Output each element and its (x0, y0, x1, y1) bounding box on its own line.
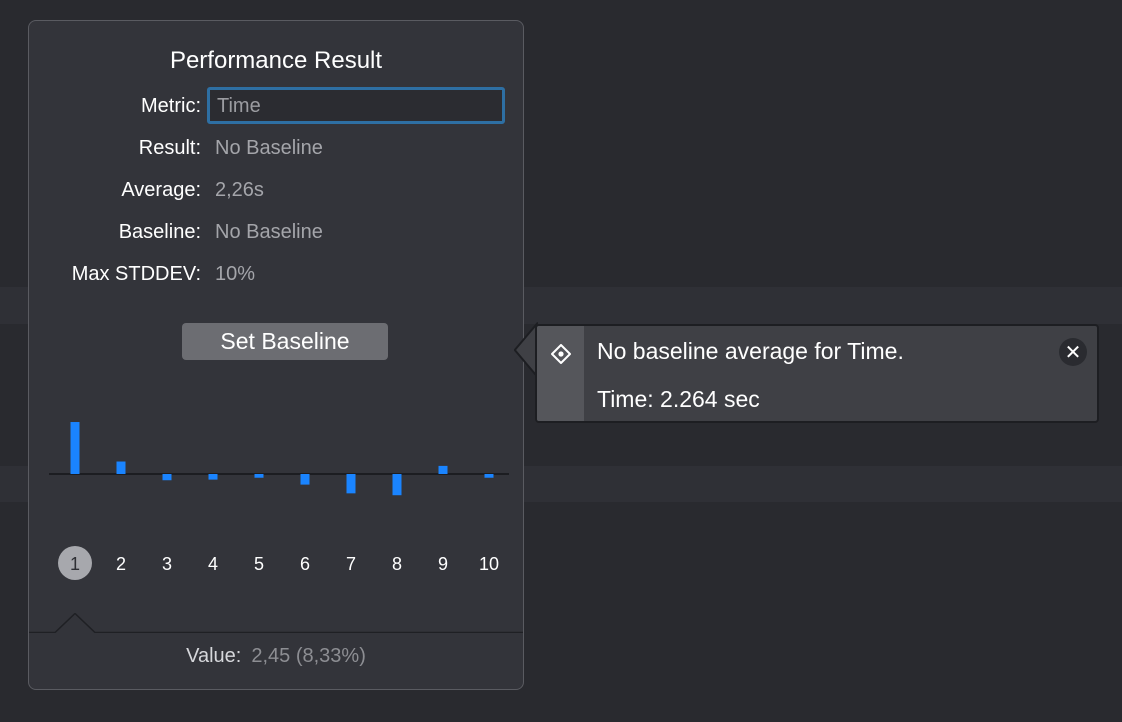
max-stddev-value: 10% (215, 263, 256, 285)
performance-result-popover: Performance Result Metric: Time Result: … (28, 20, 524, 690)
issue-gutter (537, 326, 584, 421)
baseline-row: Baseline: No Baseline (29, 217, 523, 247)
iteration-label-5[interactable]: 5 (254, 554, 264, 574)
chart-bar-2 (116, 461, 126, 474)
average-value: 2,26s (215, 179, 264, 201)
baseline-label: Baseline: (118, 221, 201, 243)
issue-message: No baseline average for Time. (597, 338, 904, 364)
iteration-label-4[interactable]: 4 (208, 554, 218, 574)
metric-field[interactable]: Time (207, 87, 505, 124)
max-stddev-row: Max STDDEV: 10% (29, 259, 523, 289)
iteration-label-9[interactable]: 9 (438, 554, 448, 574)
issue-detail: Time: 2.264 sec (597, 386, 760, 412)
iteration-label-8[interactable]: 8 (392, 554, 402, 574)
issue-banner[interactable]: No baseline average for Time. Time: 2.26… (535, 324, 1099, 423)
chart-bar-7 (346, 474, 356, 494)
popover-title: Performance Result (169, 47, 383, 74)
chart-bar-1 (70, 422, 80, 474)
iteration-label-2[interactable]: 2 (116, 554, 126, 574)
iteration-bar-chart: 1 2 3 4 5 6 7 8 9 10 (49, 422, 509, 580)
value-text: 2,45 (8,33%) (251, 645, 366, 667)
diamond-icon (551, 344, 571, 364)
selection-divider (29, 613, 523, 633)
result-value: No Baseline (215, 137, 323, 159)
value-readout: Value: 2,45 (8,33%) (29, 645, 523, 668)
set-baseline-button[interactable]: Set Baseline (182, 323, 388, 360)
iteration-label-7[interactable]: 7 (346, 554, 356, 574)
chart-bar-10 (484, 474, 494, 478)
max-stddev-label: Max STDDEV: (71, 263, 201, 285)
chart-bar-9 (438, 465, 448, 474)
iteration-label-3[interactable]: 3 (162, 554, 172, 574)
average-row: Average: 2,26s (29, 175, 523, 205)
iteration-label-6[interactable]: 6 (300, 554, 310, 574)
chart-bar-4 (208, 474, 218, 480)
chart-bar-5 (254, 474, 264, 478)
chart-bar-3 (162, 474, 172, 481)
average-label: Average: (121, 179, 201, 201)
result-label: Result: (138, 137, 201, 159)
metric-value: Time (217, 95, 261, 117)
chart-bar-6 (300, 474, 310, 485)
close-icon[interactable]: ✕ (1059, 338, 1087, 366)
iteration-label-1[interactable]: 1 (70, 554, 80, 574)
baseline-value: No Baseline (215, 221, 323, 243)
result-row: Result: No Baseline (29, 133, 523, 163)
chart-bar-8 (392, 474, 402, 496)
value-label: Value: (186, 645, 242, 667)
metric-label: Metric: (141, 95, 201, 117)
iteration-label-10[interactable]: 10 (479, 554, 499, 574)
